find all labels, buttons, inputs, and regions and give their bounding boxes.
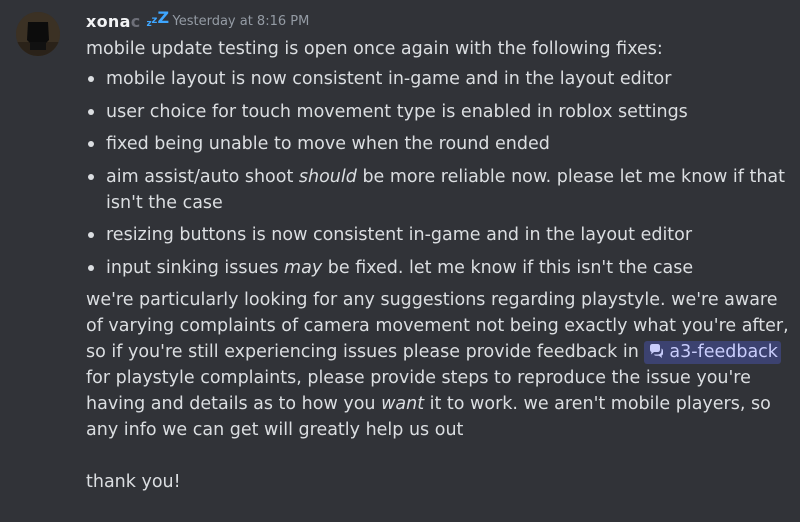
list-item: resizing buttons is now consistent in-ga… xyxy=(88,222,792,248)
list-item-text: aim assist/auto shoot xyxy=(106,166,299,187)
list-item-text: resizing buttons is now consistent in-ga… xyxy=(106,225,693,245)
channel-mention[interactable]: a3-feedback xyxy=(644,341,781,364)
forum-channel-icon xyxy=(650,344,664,358)
list-item: user choice for touch movement type is e… xyxy=(88,99,792,125)
username[interactable]: xonac xyxy=(86,12,141,31)
list-item: fixed being unable to move when the roun… xyxy=(88,131,792,157)
sleep-zzz-icon: zzZ xyxy=(146,8,170,29)
message-content: mobile update testing is open once again… xyxy=(86,36,792,495)
emphasis-text: should xyxy=(298,166,357,187)
paragraph-suggestions: we're particularly looking for any sugge… xyxy=(86,287,792,443)
list-item: input sinking issues may be fixed. let m… xyxy=(88,255,792,281)
channel-mention-label: a3-feedback xyxy=(669,342,778,362)
closing-text: thank you! xyxy=(86,472,181,492)
list-item-text: be fixed. let me know if this isn't the … xyxy=(322,257,694,278)
list-item-text: fixed being unable to move when the roun… xyxy=(106,134,550,154)
username-truncated-text: c xyxy=(130,11,141,31)
message-header: xonac zzZ Yesterday at 8:16 PM xyxy=(86,8,310,33)
emphasis-text: may xyxy=(284,257,323,278)
list-item-text: input sinking issues xyxy=(106,257,285,278)
list-item-text: mobile layout is now consistent in-game … xyxy=(106,69,672,89)
username-text: xona xyxy=(86,11,131,31)
chat-message: xonac zzZ Yesterday at 8:16 PM mobile up… xyxy=(0,0,800,522)
timestamp[interactable]: Yesterday at 8:16 PM xyxy=(173,14,310,29)
intro-text: mobile update testing is open once again… xyxy=(86,39,663,59)
emphasis-text: want xyxy=(381,394,425,414)
fixes-list: mobile layout is now consistent in-game … xyxy=(86,66,792,281)
list-item: mobile layout is now consistent in-game … xyxy=(88,66,792,92)
list-item: aim assist/auto shoot should be more rel… xyxy=(88,164,792,216)
avatar-image xyxy=(16,12,60,56)
list-item-text: user choice for touch movement type is e… xyxy=(106,101,688,122)
avatar[interactable] xyxy=(16,12,60,56)
